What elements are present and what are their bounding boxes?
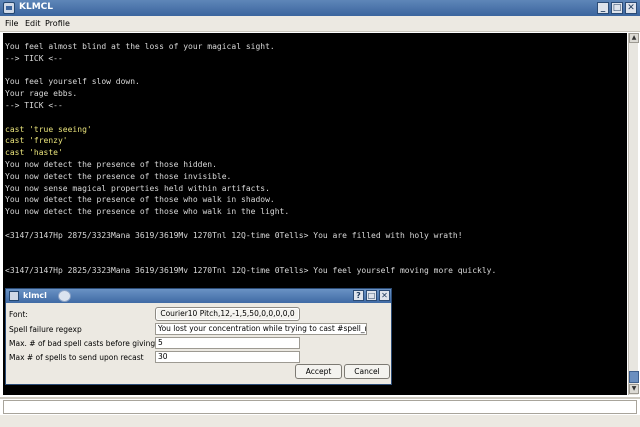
recast-field[interactable]: 30	[155, 351, 300, 363]
command-input[interactable]	[3, 400, 637, 414]
menu-file[interactable]: File	[5, 19, 18, 28]
status-bar	[0, 415, 640, 427]
minimize-icon[interactable]: _	[597, 2, 609, 14]
scroll-thumb[interactable]	[629, 371, 639, 383]
dialog-app-icon	[9, 291, 19, 301]
main-titlebar: KLMCL _ □ ✕	[0, 0, 640, 16]
scroll-up-icon[interactable]: ▲	[629, 33, 639, 43]
divider	[0, 397, 640, 399]
console-line: cast 'true seeing'	[5, 124, 92, 134]
console-line: <3147/3147Hp 2825/3323Mana 3619/3619Mv 1…	[5, 266, 497, 276]
cancel-button[interactable]: Cancel	[344, 364, 390, 379]
dialog-close-icon[interactable]: ✕	[379, 290, 390, 301]
console-line: Your rage ebbs.	[5, 89, 78, 99]
window-title: KLMCL	[19, 2, 54, 12]
console-scrollbar[interactable]: ▲ ▼	[628, 33, 639, 395]
console-line: You now detect the presence of those who…	[5, 195, 275, 205]
console-line: <3147/3147Hp 2875/3323Mana 3619/3619Mv 1…	[5, 230, 463, 240]
recast-label: Max # of spells to send upon recast	[9, 353, 144, 362]
console-line: You feel yourself slow down.	[5, 77, 140, 87]
console-line: You now detect the presence of those who…	[5, 207, 290, 217]
help-icon[interactable]: ?	[353, 290, 364, 301]
console-line: --> TICK <--	[5, 53, 63, 63]
console-line: You now sense magical properties held wi…	[5, 183, 270, 193]
java-icon	[58, 290, 71, 302]
scroll-down-icon[interactable]: ▼	[629, 384, 639, 394]
close-icon[interactable]: ✕	[625, 2, 637, 14]
regexp-label: Spell failure regexp	[9, 325, 82, 334]
dialog-titlebar: klmcl ? □ ✕	[6, 289, 391, 303]
app-icon	[3, 2, 15, 14]
maximize-icon[interactable]: □	[611, 2, 623, 14]
console-line: You now detect the presence of those inv…	[5, 171, 232, 181]
bad-casts-field[interactable]: 5	[155, 337, 300, 349]
font-label: Font:	[9, 310, 28, 319]
menubar: File Edit Profile	[0, 16, 640, 32]
spell-settings-dialog: klmcl ? □ ✕ Font: Courier10 Pitch,12,-1,…	[5, 288, 392, 385]
console-line: cast 'haste'	[5, 148, 63, 158]
menu-profile[interactable]: Profile	[45, 19, 70, 28]
console-line: cast 'frenzy'	[5, 136, 68, 146]
console-line: You feel almost blind at the loss of you…	[5, 42, 275, 51]
bad-casts-label: Max. # of bad spell casts before giving …	[9, 339, 168, 348]
dialog-title: klmcl	[23, 291, 47, 300]
console-line: --> TICK <--	[5, 101, 63, 110]
dialog-maximize-icon[interactable]: □	[366, 290, 377, 301]
accept-button[interactable]: Accept	[295, 364, 342, 379]
console-line: You now detect the presence of those hid…	[5, 160, 217, 169]
regexp-field[interactable]: You lost your concentration while trying…	[155, 323, 367, 335]
menu-edit[interactable]: Edit	[25, 19, 41, 28]
font-select-button[interactable]: Courier10 Pitch,12,-1,5,50,0,0,0,0,0	[155, 307, 300, 321]
